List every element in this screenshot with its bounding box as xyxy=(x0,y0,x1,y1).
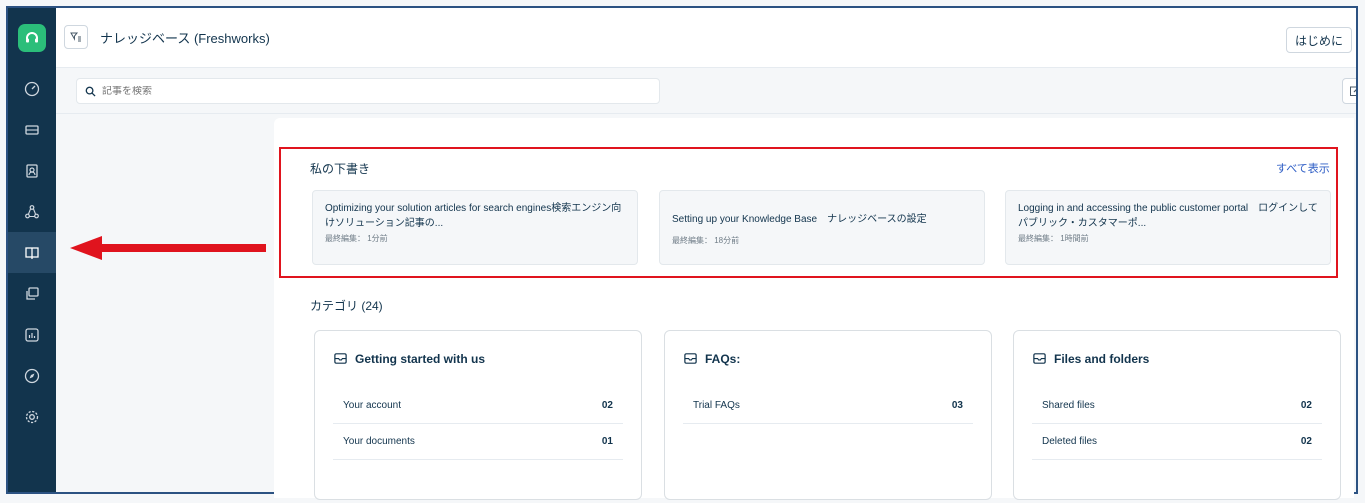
folder-row[interactable]: Trial FAQs 03 xyxy=(683,388,973,424)
folder-name: Trial FAQs xyxy=(693,400,740,411)
annotation-arrow xyxy=(70,236,266,260)
getting-started-button[interactable]: はじめに xyxy=(1285,27,1352,53)
see-all-link[interactable]: すべて表示 xyxy=(1276,160,1330,176)
sidebar-toggle-button[interactable] xyxy=(64,25,88,49)
category-title-text: FAQs: xyxy=(705,351,741,366)
category-icon xyxy=(684,353,697,364)
draft-card[interactable]: Setting up your Knowledge Base ナレッジベースの設… xyxy=(659,190,985,265)
categories-heading: カテゴリ (24) xyxy=(310,299,383,313)
compass-icon xyxy=(24,368,40,383)
folder-row[interactable]: Your account 02 xyxy=(333,388,623,424)
folder-count: 02 xyxy=(601,400,613,411)
draft-card[interactable]: Optimizing your solution articles for se… xyxy=(312,190,638,265)
category-title-text: Getting started with us xyxy=(355,351,486,366)
gear-icon xyxy=(25,410,39,423)
sidebar-item-tickets[interactable] xyxy=(8,109,56,150)
draft-title: Optimizing your solution articles for se… xyxy=(325,203,622,229)
contacts-icon xyxy=(26,163,38,178)
folder-count: 03 xyxy=(951,400,963,411)
sidebar-item-social[interactable] xyxy=(8,191,56,232)
folder-row[interactable]: Deleted files 02 xyxy=(1032,424,1322,460)
filter-icon xyxy=(70,32,81,42)
draft-last-edited: 最終編集： 1分前 xyxy=(325,234,388,243)
new-article-button[interactable] xyxy=(1342,78,1356,104)
draft-card[interactable]: Logging in and accessing the public cust… xyxy=(1005,190,1331,265)
top-bar: ナレッジベース (Freshworks) はじめに xyxy=(56,8,1356,68)
book-icon xyxy=(25,246,39,259)
category-icon xyxy=(1033,353,1046,364)
category-icon xyxy=(334,353,347,364)
ticket-icon xyxy=(25,124,39,135)
folder-name: Your account xyxy=(343,400,402,411)
dashboard-icon xyxy=(24,81,40,96)
folder-count: 01 xyxy=(601,436,613,447)
folder-row[interactable]: Shared files 02 xyxy=(1032,388,1322,424)
freshdesk-logo[interactable] xyxy=(8,8,56,68)
sidebar-item-explore[interactable] xyxy=(8,355,56,396)
search-box[interactable] xyxy=(76,78,660,104)
sidebar xyxy=(8,8,56,492)
search-input[interactable] xyxy=(102,85,642,97)
folder-name: Deleted files xyxy=(1042,436,1098,447)
headset-icon xyxy=(18,24,46,52)
sidebar-item-settings[interactable] xyxy=(8,396,56,437)
folder-name: Shared files xyxy=(1042,400,1095,411)
search-icon xyxy=(85,86,96,97)
draft-title: Setting up your Knowledge Base ナレッジベースの設… xyxy=(672,214,927,225)
search-bar xyxy=(56,68,1356,114)
draft-title: Logging in and accessing the public cust… xyxy=(1018,203,1318,229)
folder-row[interactable]: Your documents 01 xyxy=(333,424,623,460)
sidebar-item-contacts[interactable] xyxy=(8,150,56,191)
folder-count: 02 xyxy=(1300,436,1312,447)
drafts-heading: 私の下書き xyxy=(310,162,371,176)
social-icon xyxy=(25,204,39,218)
category-card[interactable]: Getting started with us Your account 02 … xyxy=(314,330,642,500)
category-card[interactable]: FAQs: Trial FAQs 03 xyxy=(664,330,992,500)
folder-count: 02 xyxy=(1300,400,1312,411)
category-title[interactable]: FAQs: xyxy=(683,351,740,366)
category-title[interactable]: Files and folders xyxy=(1032,351,1149,366)
sidebar-item-dashboard[interactable] xyxy=(8,68,56,109)
sidebar-item-knowledge-base[interactable] xyxy=(8,232,56,273)
canned-responses-icon xyxy=(26,286,39,300)
page-title: ナレッジベース (Freshworks) xyxy=(100,31,270,46)
reports-icon xyxy=(25,327,39,342)
folder-name: Your documents xyxy=(343,436,415,447)
sidebar-item-canned-responses[interactable] xyxy=(8,273,56,314)
edit-icon xyxy=(1350,86,1356,96)
draft-last-edited: 最終編集： 18分前 xyxy=(672,236,740,245)
sidebar-item-reports[interactable] xyxy=(8,314,56,355)
category-title-text: Files and folders xyxy=(1054,351,1150,366)
category-title[interactable]: Getting started with us xyxy=(333,351,485,366)
draft-last-edited: 最終編集： 1時間前 xyxy=(1018,234,1089,243)
category-card[interactable]: Files and folders Shared files 02 Delete… xyxy=(1013,330,1341,500)
